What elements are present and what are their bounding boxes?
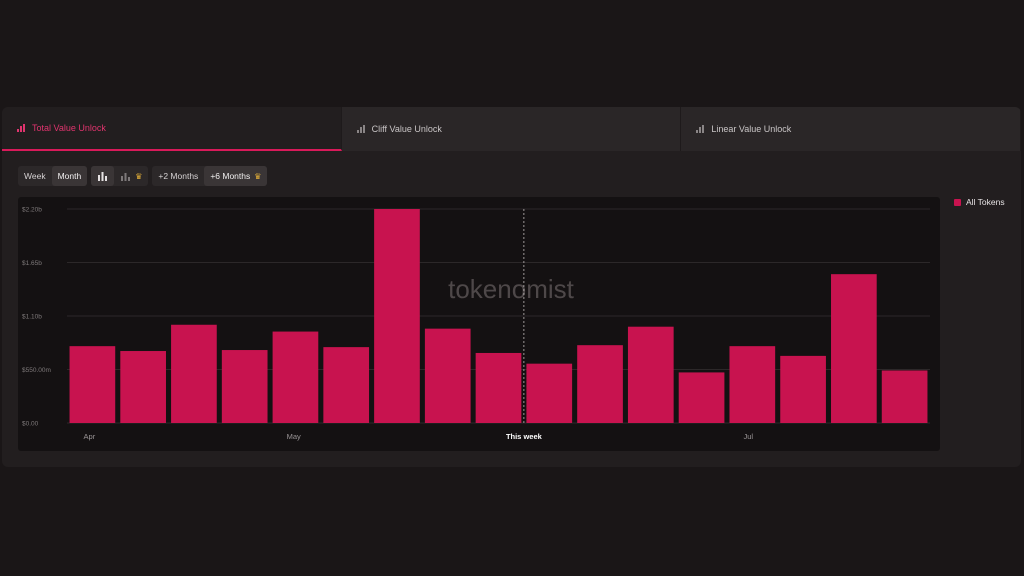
bar — [475, 352, 522, 423]
bar — [526, 363, 573, 423]
x-axis-label: Jul — [743, 432, 753, 441]
x-axis-label: This week — [506, 432, 543, 441]
bar-chart-button[interactable] — [91, 166, 115, 186]
bar — [577, 345, 623, 423]
y-tick-label: $550.00m — [22, 367, 51, 374]
bar — [69, 346, 116, 423]
period-toggle: Week Month — [18, 166, 88, 186]
crown-icon: ♛ — [135, 171, 143, 181]
y-tick-label: $2.20b — [22, 207, 42, 214]
bar-chart-icon — [696, 125, 705, 133]
tab-cliff-value-unlock[interactable]: Cliff Value Unlock — [341, 107, 682, 151]
week-button[interactable]: Week — [18, 166, 52, 186]
unlock-tabs: Total Value Unlock Cliff Value Unlock Li… — [2, 107, 1021, 151]
stacked-chart-button[interactable]: ♛ — [114, 166, 148, 186]
value-unlock-panel: Total Value Unlock Cliff Value Unlock Li… — [2, 107, 1021, 467]
bar — [171, 324, 217, 423]
bar-chart-icon — [356, 125, 365, 133]
chart-area: tokenomist $0.00 $550.00m $1.10b $1.65b $2.2… — [18, 197, 940, 451]
tab-label: Total Value Unlock — [32, 123, 106, 133]
tab-label: Cliff Value Unlock — [371, 124, 442, 134]
plus-6-months-label: +6 Months — [210, 171, 251, 181]
x-axis-label: Apr — [84, 432, 96, 441]
tab-linear-value-unlock[interactable]: Linear Value Unlock — [681, 107, 1021, 151]
bar — [729, 346, 776, 423]
tab-label: Linear Value Unlock — [711, 124, 792, 134]
bar — [678, 372, 725, 423]
stacked-bar-icon — [121, 173, 131, 181]
x-axis-label: May — [287, 432, 301, 441]
bar — [881, 370, 928, 423]
bar-chart-icon — [17, 124, 25, 132]
watermark: tokenomist — [448, 274, 574, 304]
bar — [424, 328, 471, 423]
bar — [323, 347, 370, 423]
plus-2-months-button[interactable]: +2 Months — [152, 166, 204, 186]
bar — [272, 331, 319, 423]
tab-total-value-unlock[interactable]: Total Value Unlock — [2, 107, 342, 151]
chart-type-toggle: ♛ — [91, 166, 149, 186]
bar — [221, 350, 268, 423]
plus-6-months-button[interactable]: +6 Months ♛ — [204, 166, 268, 186]
range-toggle: +2 Months +6 Months ♛ — [152, 166, 268, 186]
bar — [780, 355, 826, 423]
crown-icon: ♛ — [254, 171, 262, 181]
y-tick-label: $0.00 — [22, 421, 39, 428]
month-button[interactable]: Month — [51, 166, 88, 186]
chart-toolbar: Week Month ♛ +2 Months +6 Months ♛ — [18, 166, 268, 186]
bar — [120, 351, 166, 423]
bar — [627, 326, 674, 423]
bar — [374, 209, 420, 423]
legend-label: All Tokens — [966, 197, 1005, 207]
unlock-bar-chart: tokenomist $0.00 $550.00m $1.10b $1.65b $2.2… — [22, 207, 930, 441]
bar — [831, 274, 877, 423]
y-tick-label: $1.65b — [22, 260, 42, 267]
legend-swatch — [954, 198, 961, 206]
y-tick-label: $1.10b — [22, 314, 42, 321]
bar-chart-icon — [98, 172, 108, 181]
chart-legend[interactable]: All Tokens — [954, 197, 1005, 207]
